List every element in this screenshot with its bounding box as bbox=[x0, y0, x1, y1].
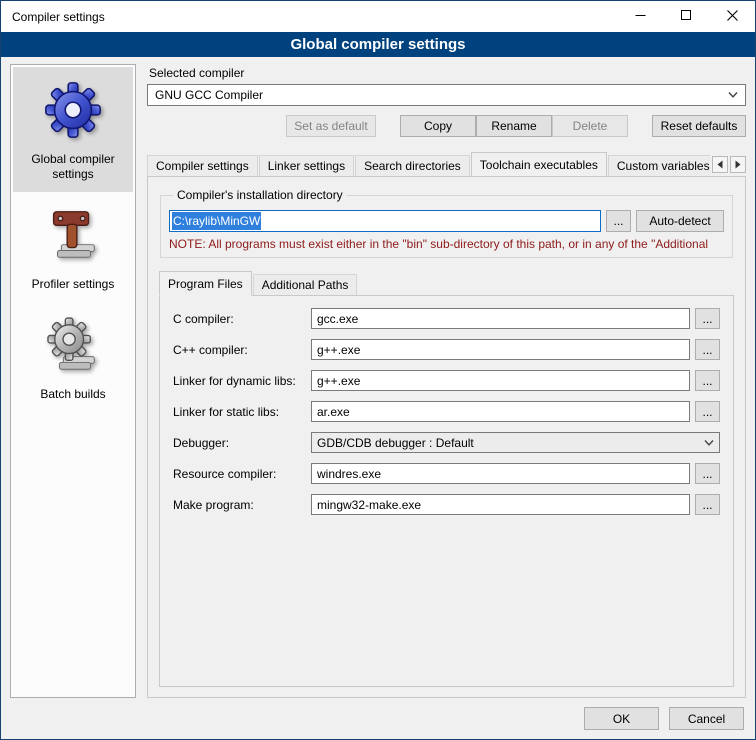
selected-compiler-label: Selected compiler bbox=[149, 66, 746, 80]
window-controls bbox=[617, 1, 755, 32]
maximize-icon bbox=[681, 10, 692, 24]
compiler-settings-content: Selected compiler GNU GCC Compiler Set a… bbox=[147, 64, 746, 698]
sidebar-item-profiler-settings[interactable]: Profiler settings bbox=[13, 192, 133, 302]
bin-subdirectory-note: NOTE: All programs must exist either in … bbox=[169, 237, 724, 251]
install-dir-browse-button[interactable]: ... bbox=[606, 210, 631, 232]
rename-button[interactable]: Rename bbox=[476, 115, 552, 137]
sidebar-item-global-compiler-settings[interactable]: Global compiler settings bbox=[13, 67, 133, 192]
installation-directory-group-title: Compiler's installation directory bbox=[173, 188, 347, 202]
field-row-c-compiler: C compiler: gcc.exe ... bbox=[173, 308, 720, 329]
c-compiler-label: C compiler: bbox=[173, 312, 311, 326]
minimize-button[interactable] bbox=[617, 1, 663, 32]
c-compiler-input[interactable]: gcc.exe bbox=[311, 308, 690, 329]
make-program-browse-button[interactable]: ... bbox=[695, 494, 720, 515]
tab-search-directories[interactable]: Search directories bbox=[355, 155, 470, 176]
tab-compiler-settings[interactable]: Compiler settings bbox=[147, 155, 258, 176]
gray-gear-icon bbox=[42, 314, 104, 379]
subtab-program-files[interactable]: Program Files bbox=[159, 271, 252, 296]
debugger-dropdown[interactable]: GDB/CDB debugger : Default bbox=[311, 432, 720, 453]
window-title: Compiler settings bbox=[1, 10, 105, 24]
toolchain-executables-page: Compiler's installation directory C:\ray… bbox=[147, 176, 746, 698]
linker-static-browse-button[interactable]: ... bbox=[695, 401, 720, 422]
tab-scroll-left-button[interactable] bbox=[712, 156, 728, 173]
linker-dynamic-input[interactable]: g++.exe bbox=[311, 370, 690, 391]
delete-button[interactable]: Delete bbox=[552, 115, 628, 137]
linker-static-label: Linker for static libs: bbox=[173, 405, 311, 419]
make-program-label: Make program: bbox=[173, 498, 311, 512]
installation-directory-group: Compiler's installation directory C:\ray… bbox=[160, 188, 733, 258]
install-dir-input[interactable]: C:\raylib\MinGW bbox=[169, 210, 601, 232]
selected-compiler-value: GNU GCC Compiler bbox=[155, 88, 722, 102]
tab-toolchain-executables[interactable]: Toolchain executables bbox=[471, 152, 607, 176]
tab-custom-variables[interactable]: Custom variables bbox=[608, 155, 710, 176]
field-row-resource-compiler: Resource compiler: windres.exe ... bbox=[173, 463, 720, 484]
tab-scrollers bbox=[712, 156, 746, 176]
ok-button[interactable]: OK bbox=[584, 707, 659, 730]
settings-tabbar: Compiler settings Linker settings Search… bbox=[147, 151, 746, 176]
linker-dynamic-label: Linker for dynamic libs: bbox=[173, 374, 311, 388]
blue-gear-icon bbox=[42, 79, 104, 144]
resource-compiler-input[interactable]: windres.exe bbox=[311, 463, 690, 484]
tab-linker-settings[interactable]: Linker settings bbox=[259, 155, 354, 176]
field-row-debugger: Debugger: GDB/CDB debugger : Default bbox=[173, 432, 720, 453]
resource-compiler-browse-button[interactable]: ... bbox=[695, 463, 720, 484]
dialog-body: Global compiler settings bbox=[1, 57, 755, 703]
debugger-label: Debugger: bbox=[173, 436, 311, 450]
dialog-footer: OK Cancel bbox=[1, 703, 755, 739]
tab-list: Compiler settings Linker settings Search… bbox=[147, 152, 710, 176]
make-program-input[interactable]: mingw32-make.exe bbox=[311, 494, 690, 515]
sidebar-item-batch-builds[interactable]: Batch builds bbox=[13, 302, 133, 412]
chevron-down-icon bbox=[698, 440, 714, 446]
field-row-linker-dynamic: Linker for dynamic libs: g++.exe ... bbox=[173, 370, 720, 391]
program-files-tabbar: Program Files Additional Paths bbox=[159, 271, 734, 295]
field-row-linker-static: Linker for static libs: ar.exe ... bbox=[173, 401, 720, 422]
debugger-value: GDB/CDB debugger : Default bbox=[317, 436, 698, 450]
selected-compiler-dropdown[interactable]: GNU GCC Compiler bbox=[147, 84, 746, 106]
triangle-right-icon bbox=[734, 158, 742, 172]
autodetect-button[interactable]: Auto-detect bbox=[636, 210, 724, 232]
set-as-default-button[interactable]: Set as default bbox=[286, 115, 376, 137]
linker-static-input[interactable]: ar.exe bbox=[311, 401, 690, 422]
triangle-left-icon bbox=[716, 158, 724, 172]
cancel-button[interactable]: Cancel bbox=[669, 707, 744, 730]
installation-directory-row: C:\raylib\MinGW ... Auto-detect bbox=[169, 210, 724, 232]
program-files-page: C compiler: gcc.exe ... C++ compiler: g+… bbox=[159, 295, 734, 687]
minimize-icon bbox=[635, 10, 646, 24]
compiler-actions: Set as default Copy Rename Delete Reset … bbox=[147, 115, 746, 137]
sidebar-item-label: Global compiler settings bbox=[17, 152, 129, 182]
compiler-settings-window: Compiler settings Global compiler settin… bbox=[0, 0, 756, 740]
reset-defaults-button[interactable]: Reset defaults bbox=[652, 115, 746, 137]
resource-compiler-label: Resource compiler: bbox=[173, 467, 311, 481]
subtab-additional-paths[interactable]: Additional Paths bbox=[253, 274, 358, 295]
tab-scroll-right-button[interactable] bbox=[730, 156, 746, 173]
page-title: Global compiler settings bbox=[1, 32, 755, 57]
titlebar: Compiler settings bbox=[1, 1, 755, 32]
cpp-compiler-input[interactable]: g++.exe bbox=[311, 339, 690, 360]
settings-category-list: Global compiler settings bbox=[10, 64, 136, 698]
maximize-button[interactable] bbox=[663, 1, 709, 32]
c-compiler-browse-button[interactable]: ... bbox=[695, 308, 720, 329]
cpp-compiler-label: C++ compiler: bbox=[173, 343, 311, 357]
close-button[interactable] bbox=[709, 1, 755, 32]
field-row-cpp-compiler: C++ compiler: g++.exe ... bbox=[173, 339, 720, 360]
copy-button[interactable]: Copy bbox=[400, 115, 476, 137]
field-row-make-program: Make program: mingw32-make.exe ... bbox=[173, 494, 720, 515]
close-icon bbox=[727, 10, 738, 24]
cpp-compiler-browse-button[interactable]: ... bbox=[695, 339, 720, 360]
sidebar-item-label: Profiler settings bbox=[32, 277, 115, 292]
chevron-down-icon bbox=[722, 92, 738, 98]
install-dir-selected-text: C:\raylib\MinGW bbox=[172, 212, 261, 230]
sidebar-item-label: Batch builds bbox=[40, 387, 105, 402]
linker-dynamic-browse-button[interactable]: ... bbox=[695, 370, 720, 391]
profiler-tool-icon bbox=[42, 204, 104, 269]
